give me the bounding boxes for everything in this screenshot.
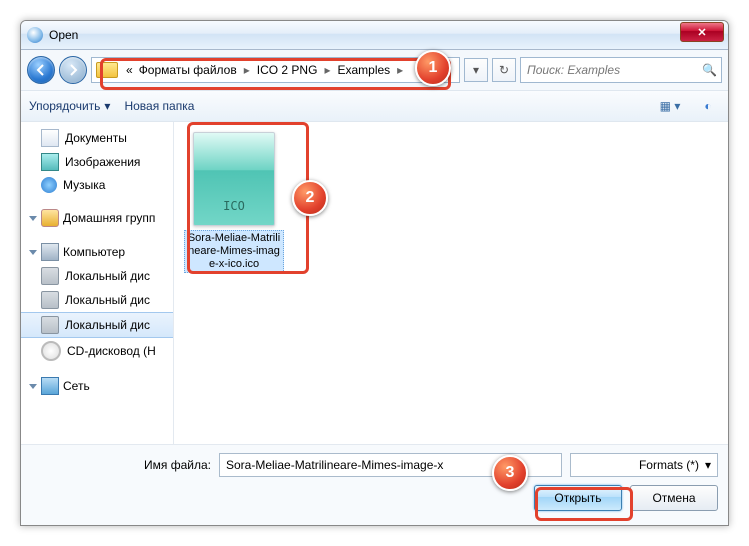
hdd-icon	[41, 291, 59, 309]
file-list[interactable]: ICO Sora-Meliae-Matrilineare-Mimes-image…	[174, 122, 728, 444]
toolbar: Упорядочить ▾ Новая папка ▦ ▾ ◐	[21, 90, 728, 122]
window-title: Open	[49, 28, 722, 42]
arrow-left-icon	[35, 64, 47, 76]
chevron-right-icon[interactable]: ▸	[241, 63, 253, 77]
sidebar-item-cd[interactable]: CD-дисковод (H	[21, 338, 173, 364]
hdd-icon	[41, 316, 59, 334]
breadcrumb-dropdown[interactable]: ▾	[464, 58, 488, 82]
cancel-button[interactable]: Отмена	[630, 485, 718, 511]
filetype-filter[interactable]: Formats (*)▾	[570, 453, 718, 477]
chevron-down-icon	[29, 216, 37, 221]
cd-icon	[41, 341, 61, 361]
hdd-icon	[41, 267, 59, 285]
sidebar-item-drive[interactable]: Локальный дис	[21, 312, 173, 338]
nav-row: « Форматы файлов ▸ ICO 2 PNG ▸ Examples …	[21, 50, 728, 90]
breadcrumb-bar[interactable]: « Форматы файлов ▸ ICO 2 PNG ▸ Examples …	[91, 57, 460, 83]
homegroup-icon	[41, 209, 59, 227]
sidebar-group-computer[interactable]: Компьютер	[21, 240, 173, 264]
new-folder-button[interactable]: Новая папка	[124, 99, 194, 113]
open-button[interactable]: Открыть	[534, 485, 622, 511]
document-icon	[41, 129, 59, 147]
sidebar-group-homegroup[interactable]: Домашняя групп	[21, 206, 173, 230]
chevron-right-icon[interactable]: ▸	[394, 63, 406, 77]
chevron-down-icon: ▾	[104, 99, 110, 113]
pictures-icon	[41, 153, 59, 171]
organize-menu[interactable]: Упорядочить ▾	[29, 99, 110, 113]
sidebar-item-drive[interactable]: Локальный дис	[21, 288, 173, 312]
computer-icon	[41, 243, 59, 261]
crumb-seg[interactable]: Examples	[335, 63, 392, 77]
refresh-button[interactable]: ↻	[492, 58, 516, 82]
dialog-body: Документы Изображения Музыка Домашняя гр…	[21, 122, 728, 444]
sidebar-item-music[interactable]: Музыка	[21, 174, 173, 196]
chevron-right-icon[interactable]: ▸	[321, 63, 333, 77]
open-dialog: Open ✕ « Форматы файлов ▸ ICO 2 PNG ▸ Ex…	[20, 20, 729, 526]
file-item[interactable]: ICO Sora-Meliae-Matrilineare-Mimes-image…	[184, 132, 284, 273]
file-thumbnail: ICO	[193, 132, 275, 226]
filename-label: Имя файла:	[31, 458, 211, 472]
sidebar-group-network[interactable]: Сеть	[21, 374, 173, 398]
close-button[interactable]: ✕	[680, 22, 724, 42]
app-icon	[27, 27, 43, 43]
chevron-down-icon	[29, 384, 37, 389]
sidebar-item-documents[interactable]: Документы	[21, 126, 173, 150]
crumb-seg[interactable]: ICO 2 PNG	[255, 63, 320, 77]
sidebar: Документы Изображения Музыка Домашняя гр…	[21, 122, 174, 444]
network-icon	[41, 377, 59, 395]
crumb-prefix: «	[124, 63, 135, 77]
chevron-down-icon: ▾	[705, 458, 711, 472]
sidebar-item-drive[interactable]: Локальный дис	[21, 264, 173, 288]
help-button[interactable]: ◐	[696, 95, 720, 117]
music-icon	[41, 177, 57, 193]
sidebar-item-pictures[interactable]: Изображения	[21, 150, 173, 174]
filename-input[interactable]: Sora-Meliae-Matrilineare-Mimes-image-x	[219, 453, 562, 477]
search-placeholder: Поиск: Examples	[527, 63, 620, 77]
chevron-down-icon	[29, 250, 37, 255]
forward-button[interactable]	[59, 56, 87, 84]
arrow-right-icon	[67, 64, 79, 76]
view-options-button[interactable]: ▦ ▾	[658, 95, 682, 117]
back-button[interactable]	[27, 56, 55, 84]
folder-icon	[96, 62, 118, 78]
file-name: Sora-Meliae-Matrilineare-Mimes-image-x-i…	[184, 230, 284, 273]
crumb-seg[interactable]: Форматы файлов	[137, 63, 239, 77]
titlebar[interactable]: Open ✕	[21, 21, 728, 50]
dialog-footer: Имя файла: Sora-Meliae-Matrilineare-Mime…	[21, 444, 728, 526]
search-input[interactable]: Поиск: Examples	[520, 57, 722, 83]
